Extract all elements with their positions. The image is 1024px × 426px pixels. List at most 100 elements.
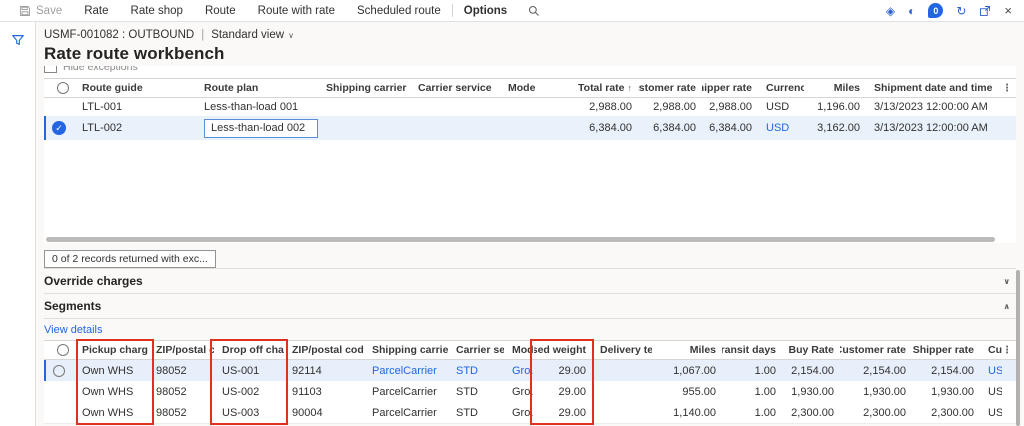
- cell-total-rate: 6,384.00: [558, 116, 638, 140]
- tab-route-with-rate[interactable]: Route with rate: [247, 0, 346, 21]
- section-override-charges[interactable]: Override charges ∨: [44, 268, 1016, 293]
- table-row[interactable]: LTL-001 Less-than-load 001 2,988.00 2,98…: [44, 98, 1016, 116]
- view-details-link[interactable]: View details: [44, 324, 103, 336]
- col-mode[interactable]: Mode: [504, 341, 534, 359]
- col-carrier-service[interactable]: Carrier service: [448, 341, 504, 359]
- header-separator: |: [201, 29, 204, 41]
- col-carrier-service[interactable]: Carrier service: [410, 79, 500, 97]
- segment-row-selected[interactable]: Own WHS 98052 US-001 92114 ParcelCarrier…: [44, 360, 1016, 381]
- task-recorder-icon[interactable]: ◈: [886, 5, 895, 17]
- cell-used-weight: 29.00: [534, 402, 592, 423]
- main-panel: USMF-001082 : OUTBOUND | Standard view ∨…: [36, 22, 1024, 426]
- more-options-icon[interactable]: ⋮: [1002, 341, 1016, 359]
- tab-rate-shop[interactable]: Rate shop: [120, 0, 194, 21]
- col-zip-from[interactable]: ZIP/postal code: [148, 341, 214, 359]
- save-label: Save: [36, 5, 62, 17]
- hide-exceptions-checkbox[interactable]: [44, 66, 57, 73]
- col-customer-rate[interactable]: Customer rate: [840, 341, 912, 359]
- select-all-radio[interactable]: [44, 341, 74, 359]
- cell-route-guide: LTL-001: [74, 98, 196, 116]
- horizontal-scrollbar-thumb[interactable]: [46, 237, 995, 242]
- tab-scheduled-route[interactable]: Scheduled route: [346, 0, 452, 21]
- col-shipping-carrier[interactable]: Shipping carrier: [318, 79, 410, 97]
- chevron-up-icon: ∧: [1004, 302, 1017, 311]
- routes-grid-header: Route guide Route plan Shipping carrier …: [44, 78, 1016, 98]
- col-mode[interactable]: Mode: [500, 79, 558, 97]
- cell-used-weight: 29.00: [534, 381, 592, 402]
- col-customer-rate[interactable]: Customer rate: [638, 79, 702, 97]
- filter-icon[interactable]: [9, 31, 27, 49]
- col-route-guide[interactable]: Route guide: [74, 79, 196, 97]
- col-drop-off-charges[interactable]: Drop off charges: [214, 341, 284, 359]
- contrast-icon[interactable]: ◐: [908, 5, 915, 17]
- sort-ascending-icon: ↑: [628, 83, 633, 93]
- cell-dropoff: US-003: [214, 402, 284, 423]
- col-pickup-charges[interactable]: Pickup charges: [74, 341, 148, 359]
- col-buy-rate[interactable]: Buy Rate: [782, 341, 840, 359]
- page-title: Rate route workbench: [44, 44, 1016, 64]
- tab-options[interactable]: Options: [453, 0, 518, 21]
- more-options-icon[interactable]: ⋮: [1002, 79, 1016, 97]
- col-total-rate[interactable]: Total rate ↑: [558, 79, 638, 97]
- segments-label: Segments: [44, 299, 101, 313]
- col-miles[interactable]: Miles: [804, 79, 866, 97]
- carrier-service-link[interactable]: STD: [448, 360, 504, 381]
- col-miles[interactable]: Miles: [652, 341, 722, 359]
- cell-used-weight: 29.00: [534, 360, 592, 381]
- col-shipping-carrier[interactable]: Shipping carrier: [364, 341, 448, 359]
- select-all-checkbox[interactable]: [44, 79, 74, 97]
- close-icon[interactable]: ×: [1004, 4, 1012, 17]
- col-shipment-date[interactable]: Shipment date and time: [866, 79, 1002, 97]
- section-segments[interactable]: Segments ∧: [44, 293, 1016, 318]
- col-shipper-rate[interactable]: Shipper rate: [702, 79, 758, 97]
- save-button[interactable]: Save: [8, 0, 73, 21]
- currency-link[interactable]: USD: [980, 360, 1002, 381]
- col-used-weight[interactable]: Used weight: [534, 341, 592, 359]
- segments-grid-wrap: Pickup charges ZIP/postal code Drop off …: [44, 340, 1016, 424]
- cell-total-rate: 2,988.00: [558, 98, 638, 116]
- cell-pickup: Own WHS: [74, 381, 148, 402]
- popout-icon[interactable]: [979, 5, 991, 17]
- tab-rate[interactable]: Rate: [73, 0, 119, 21]
- col-currency[interactable]: Currency: [758, 79, 804, 97]
- chevron-down-icon: ∨: [288, 31, 294, 40]
- col-delivery-terms[interactable]: Delivery terms: [592, 341, 652, 359]
- override-charges-label: Override charges: [44, 274, 143, 288]
- table-row-selected[interactable]: ✓ LTL-002 Less-than-load 002 6,384.00 6,…: [44, 116, 1016, 140]
- segments-grid: Pickup charges ZIP/postal code Drop off …: [44, 340, 1016, 424]
- hide-exceptions-row: Hide exceptions: [44, 66, 1016, 78]
- filter-pane-rail: [0, 22, 36, 426]
- search-icon[interactable]: [518, 0, 550, 21]
- route-plan-edit-field[interactable]: Less-than-load 002: [204, 119, 318, 138]
- col-shipper-rate[interactable]: Shipper rate: [912, 341, 980, 359]
- col-transit-days[interactable]: Transit days: [722, 341, 782, 359]
- grid-empty-area: [44, 140, 1016, 235]
- content-area: USMF-001082 : OUTBOUND | Standard view ∨…: [0, 22, 1024, 426]
- cell-dropoff: US-002: [214, 381, 284, 402]
- currency-link[interactable]: USD: [758, 116, 804, 140]
- save-icon: [19, 5, 31, 17]
- col-zip-to[interactable]: ZIP/postal code: [284, 341, 364, 359]
- hide-exceptions-label: Hide exceptions: [63, 66, 138, 73]
- page-header: USMF-001082 : OUTBOUND | Standard view ∨: [44, 29, 1016, 41]
- row-selected-check-icon[interactable]: ✓: [52, 121, 66, 135]
- segment-row[interactable]: Own WHS 98052 US-002 91103 ParcelCarrier…: [44, 381, 1016, 402]
- cell-route-plan: Less-than-load 001: [196, 98, 318, 116]
- records-summary-button[interactable]: 0 of 2 records returned with exc...: [44, 250, 216, 268]
- horizontal-scrollbar[interactable]: [44, 235, 1016, 243]
- shipping-carrier-link[interactable]: ParcelCarrier: [364, 360, 448, 381]
- vertical-scrollbar[interactable]: [1016, 270, 1020, 426]
- segment-row[interactable]: Own WHS 98052 US-003 90004 ParcelCarrier…: [44, 402, 1016, 423]
- mode-link[interactable]: Gro..: [504, 360, 534, 381]
- view-selector-label: Standard view: [211, 29, 284, 41]
- cell-route-guide: LTL-002: [74, 116, 196, 140]
- view-selector[interactable]: Standard view ∨: [211, 29, 294, 41]
- row-radio[interactable]: [53, 365, 65, 377]
- col-currency-truncated[interactable]: Cur: [980, 341, 1002, 359]
- section-divider: [44, 318, 1016, 319]
- notifications-badge[interactable]: 0: [928, 3, 943, 18]
- refresh-icon[interactable]: ↻: [956, 5, 966, 17]
- tab-route[interactable]: Route: [194, 0, 247, 21]
- command-bar: Save Rate Rate shop Route Route with rat…: [0, 0, 1024, 22]
- col-route-plan[interactable]: Route plan: [196, 79, 318, 97]
